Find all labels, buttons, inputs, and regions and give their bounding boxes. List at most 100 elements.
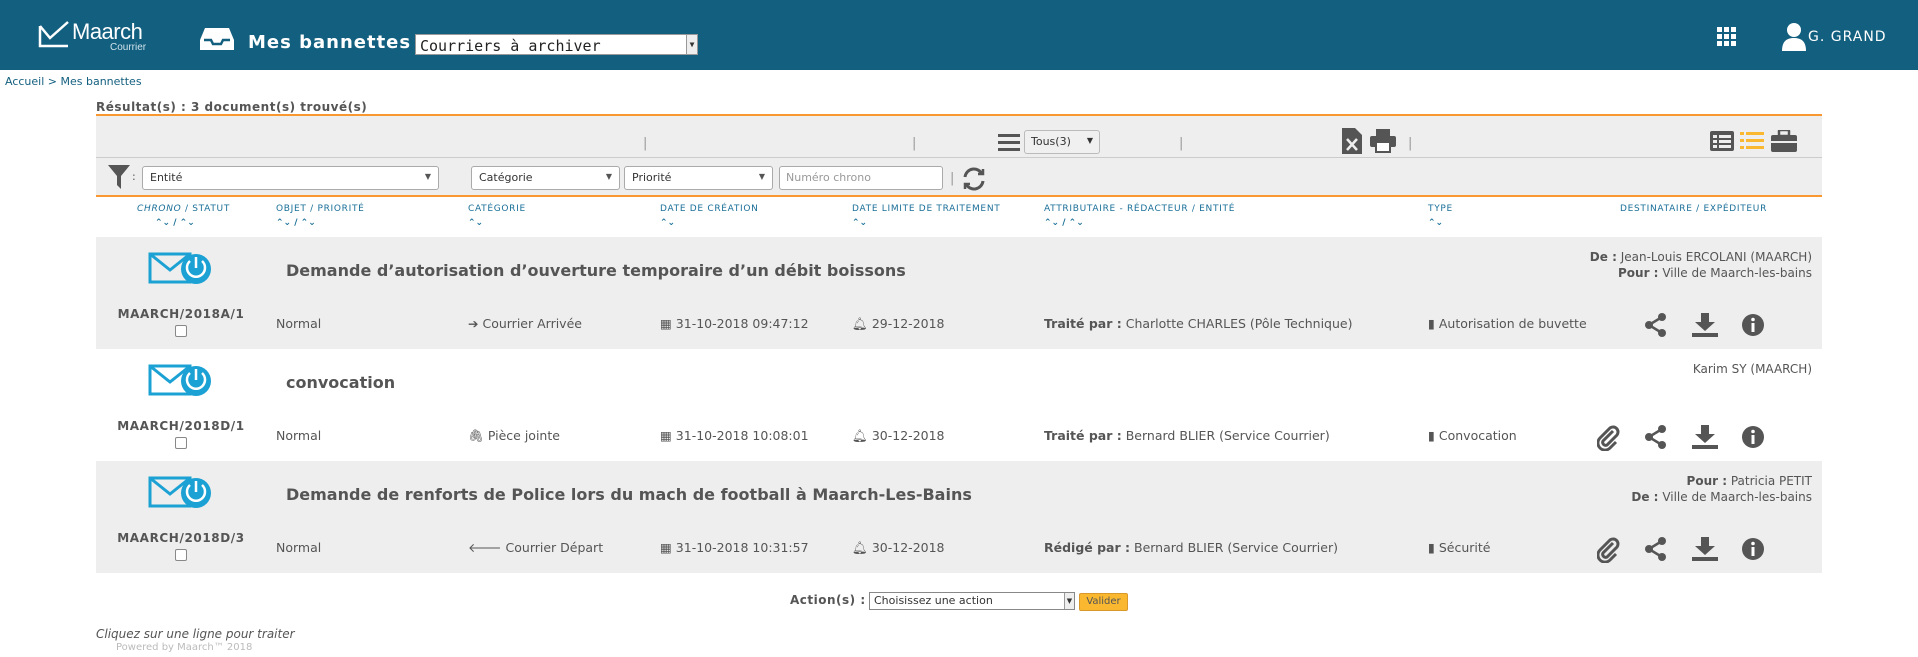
paperclip-icon[interactable] bbox=[1596, 537, 1621, 567]
paperclip-icon[interactable] bbox=[1596, 425, 1621, 455]
row-handler: Traité par : Bernard BLIER (Service Cour… bbox=[1044, 428, 1330, 443]
breadcrumb-current[interactable]: Mes bannettes bbox=[61, 75, 142, 88]
user-icon[interactable] bbox=[1781, 22, 1807, 56]
sort-date-limite[interactable]: ⌃⌄ bbox=[852, 218, 867, 228]
row-handler-label: Traité par : bbox=[1044, 428, 1122, 443]
row-correspondent: Karim SY (MAARCH) bbox=[1693, 361, 1812, 377]
toolbar-separator: | bbox=[950, 171, 955, 186]
list-detail-view-icon[interactable] bbox=[1740, 131, 1764, 155]
table-row[interactable]: MAARCH/2018D/3 Demande de renforts de Po… bbox=[96, 461, 1822, 573]
breadcrumb: Accueil > Mes bannettes bbox=[5, 75, 142, 88]
sort-separator: / bbox=[294, 218, 298, 228]
chrono-number-input[interactable]: Numéro chrono bbox=[779, 166, 943, 190]
breadcrumb-home[interactable]: Accueil bbox=[5, 75, 44, 88]
share-icon[interactable] bbox=[1644, 313, 1668, 341]
calendar-icon: ▦ bbox=[660, 316, 672, 331]
sort-up-down-icon[interactable]: ⌃⌄ bbox=[660, 218, 675, 228]
row-type: ▮ Convocation bbox=[1428, 428, 1517, 443]
row-subject: Demande d’autorisation d’ouverture tempo… bbox=[286, 261, 906, 280]
row-priority: Normal bbox=[276, 428, 322, 443]
row-deadline: 🔔︎ 30-12-2018 bbox=[852, 540, 945, 556]
apps-grid-icon[interactable] bbox=[1717, 27, 1737, 51]
validate-button[interactable]: Valider bbox=[1079, 593, 1128, 611]
column-header-categorie[interactable]: Catégorie bbox=[468, 204, 526, 214]
sort-date-creation[interactable]: ⌃⌄ bbox=[660, 218, 675, 228]
entity-filter-select[interactable]: Entité ▼ bbox=[142, 166, 439, 190]
row-category: ➔ Courrier Arrivée bbox=[468, 316, 582, 331]
row-priority: Normal bbox=[276, 540, 322, 555]
sort-up-down-icon[interactable]: ⌃⌄ bbox=[276, 218, 291, 228]
sort-up-down-icon[interactable]: ⌃⌄ bbox=[1069, 218, 1084, 228]
maarch-logo[interactable]: Maarch Courrier bbox=[38, 18, 158, 54]
download-icon[interactable] bbox=[1692, 425, 1718, 453]
corr-label: Pour : bbox=[1686, 474, 1728, 488]
top-header: Maarch Courrier Mes bannettes : Courrier… bbox=[0, 0, 1918, 70]
column-header-attributaire[interactable]: Attributaire - Rédacteur / Entité bbox=[1044, 204, 1235, 214]
sort-type[interactable]: ⌃⌄ bbox=[1428, 218, 1443, 228]
print-icon[interactable] bbox=[1370, 129, 1396, 157]
table-row[interactable]: MAARCH/2018A/1 Demande d’autorisation d’… bbox=[96, 237, 1822, 349]
bannette-select[interactable]: Courriers à archiver ▼ bbox=[415, 34, 698, 55]
powered-by: Powered by Maarch™ 2018 bbox=[116, 642, 253, 653]
sort-up-down-icon[interactable]: ⌃⌄ bbox=[155, 218, 170, 228]
column-header-date-creation[interactable]: Date de création bbox=[660, 204, 759, 214]
list-lines-icon[interactable] bbox=[998, 132, 1020, 156]
list-view-icon[interactable] bbox=[1710, 131, 1734, 155]
sort-up-down-icon[interactable]: ⌃⌄ bbox=[301, 218, 316, 228]
sort-chrono[interactable]: ⌃⌄ / ⌃⌄ bbox=[155, 218, 195, 228]
column-header-date-limite[interactable]: Date limite de traitement bbox=[852, 204, 1000, 214]
sort-up-down-icon[interactable]: ⌃⌄ bbox=[468, 218, 483, 228]
sort-attributaire[interactable]: ⌃⌄ / ⌃⌄ bbox=[1044, 218, 1084, 228]
category-filter-placeholder: Catégorie bbox=[479, 171, 533, 184]
row-created: ▦ 31-10-2018 09:47:12 bbox=[660, 316, 809, 331]
sort-objet[interactable]: ⌃⌄ / ⌃⌄ bbox=[276, 218, 316, 228]
briefcase-icon[interactable] bbox=[1771, 128, 1797, 156]
sort-categorie[interactable]: ⌃⌄ bbox=[468, 218, 483, 228]
info-icon[interactable] bbox=[1741, 537, 1765, 565]
priority-filter-select[interactable]: Priorité ▼ bbox=[624, 166, 773, 190]
download-icon[interactable] bbox=[1692, 313, 1718, 341]
info-icon[interactable] bbox=[1741, 425, 1765, 453]
table-row[interactable]: MAARCH/2018D/1 convocation Normal 🖇︎ Piè… bbox=[96, 349, 1822, 461]
sort-up-down-icon[interactable]: ⌃⌄ bbox=[1428, 218, 1443, 228]
row-correspondent: Pour : Patricia PETIT De : Ville de Maar… bbox=[1631, 473, 1812, 505]
user-name[interactable]: G. GRAND bbox=[1808, 29, 1887, 45]
display-count-select[interactable]: Tous(3) ▼ bbox=[1024, 130, 1100, 154]
action-select[interactable]: Choisissez une action ▼ bbox=[869, 592, 1075, 610]
row-created-value: 31-10-2018 10:08:01 bbox=[675, 428, 809, 443]
chevron-down-icon: ▼ bbox=[758, 172, 765, 181]
brand-subtitle: Courrier bbox=[110, 42, 147, 53]
category-filter-select[interactable]: Catégorie ▼ bbox=[471, 166, 620, 190]
row-deadline-value: 30-12-2018 bbox=[871, 428, 945, 443]
mail-status-icon bbox=[148, 475, 214, 515]
column-header-destinataire[interactable]: Destinataire / Expéditeur bbox=[1620, 204, 1767, 214]
column-header-type[interactable]: Type bbox=[1428, 204, 1453, 214]
corr-value: Jean-Louis ERCOLANI (MAARCH) bbox=[1620, 250, 1812, 264]
chevron-down-icon: ▼ bbox=[1064, 593, 1074, 609]
corr-label: Pour : bbox=[1618, 266, 1659, 280]
sort-up-down-icon[interactable]: ⌃⌄ bbox=[1044, 218, 1059, 228]
info-icon[interactable] bbox=[1741, 313, 1765, 341]
row-select-checkbox[interactable] bbox=[175, 437, 187, 449]
row-select-checkbox[interactable] bbox=[175, 325, 187, 337]
chrono-number-placeholder: Numéro chrono bbox=[786, 171, 871, 184]
row-category-label: Courrier Départ bbox=[505, 540, 604, 555]
excel-export-icon[interactable] bbox=[1342, 128, 1362, 158]
chevron-down-icon: ▼ bbox=[424, 172, 431, 181]
row-category-label: Courrier Arrivée bbox=[482, 316, 582, 331]
sort-up-down-icon[interactable]: ⌃⌄ bbox=[852, 218, 867, 228]
sort-up-down-icon[interactable]: ⌃⌄ bbox=[180, 218, 195, 228]
column-header-objet[interactable]: Objet / Priorité bbox=[276, 204, 365, 214]
row-chrono: MAARCH/2018D/3 bbox=[117, 531, 245, 545]
row-correspondent: De : Jean-Louis ERCOLANI (MAARCH) Pour :… bbox=[1590, 249, 1812, 281]
row-created-value: 31-10-2018 10:31:57 bbox=[675, 540, 809, 555]
refresh-icon[interactable] bbox=[961, 166, 987, 196]
column-header-chrono[interactable]: Chrono / Statut bbox=[137, 204, 230, 214]
share-icon[interactable] bbox=[1644, 537, 1668, 565]
priority-filter-placeholder: Priorité bbox=[632, 171, 672, 184]
calendar-icon: ▦ bbox=[660, 428, 672, 443]
row-select-checkbox[interactable] bbox=[175, 549, 187, 561]
row-category-label: Pièce jointe bbox=[487, 428, 560, 443]
share-icon[interactable] bbox=[1644, 425, 1668, 453]
download-icon[interactable] bbox=[1692, 537, 1718, 565]
